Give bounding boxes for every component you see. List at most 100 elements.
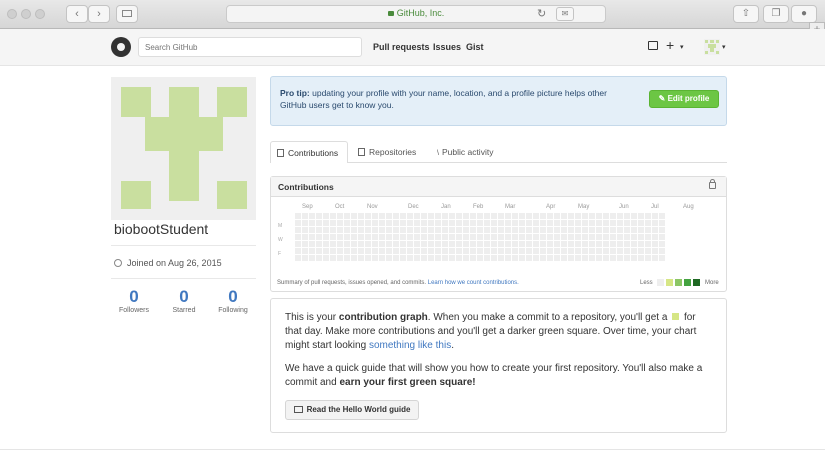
contribution-day[interactable]: [505, 220, 511, 226]
contribution-day[interactable]: [337, 255, 343, 261]
contribution-day[interactable]: [596, 248, 602, 254]
contribution-day[interactable]: [386, 227, 392, 233]
contribution-day[interactable]: [435, 241, 441, 247]
contribution-day[interactable]: [512, 241, 518, 247]
contribution-day[interactable]: [302, 241, 308, 247]
contribution-day[interactable]: [575, 213, 581, 219]
contribution-day[interactable]: [610, 220, 616, 226]
contribution-day[interactable]: [498, 255, 504, 261]
starred-stat[interactable]: 0 Starred: [160, 288, 208, 315]
contribution-day[interactable]: [414, 234, 420, 240]
contribution-day[interactable]: [358, 248, 364, 254]
contribution-day[interactable]: [617, 213, 623, 219]
contribution-day[interactable]: [330, 227, 336, 233]
contribution-day[interactable]: [568, 213, 574, 219]
contribution-day[interactable]: [554, 227, 560, 233]
contribution-day[interactable]: [645, 234, 651, 240]
contribution-day[interactable]: [652, 220, 658, 226]
contribution-day[interactable]: [456, 241, 462, 247]
contribution-day[interactable]: [582, 220, 588, 226]
contribution-day[interactable]: [316, 220, 322, 226]
contribution-day[interactable]: [610, 241, 616, 247]
forward-button[interactable]: ›: [88, 5, 110, 23]
contribution-day[interactable]: [323, 234, 329, 240]
contribution-day[interactable]: [491, 248, 497, 254]
contribution-day[interactable]: [442, 248, 448, 254]
contribution-day[interactable]: [519, 241, 525, 247]
contribution-day[interactable]: [302, 220, 308, 226]
contribution-day[interactable]: [491, 227, 497, 233]
contribution-day[interactable]: [428, 234, 434, 240]
contribution-day[interactable]: [449, 234, 455, 240]
contribution-day[interactable]: [631, 220, 637, 226]
contribution-day[interactable]: [386, 220, 392, 226]
contribution-day[interactable]: [302, 213, 308, 219]
address-bar[interactable]: GitHub, Inc.: [226, 5, 606, 23]
contribution-day[interactable]: [372, 227, 378, 233]
contribution-day[interactable]: [589, 213, 595, 219]
contribution-day[interactable]: [575, 248, 581, 254]
contribution-day[interactable]: [323, 248, 329, 254]
extensions-button[interactable]: ●: [791, 5, 817, 23]
contribution-day[interactable]: [617, 241, 623, 247]
tab-public-activity[interactable]: \ Public activity: [431, 141, 499, 163]
contribution-day[interactable]: [610, 227, 616, 233]
contribution-day[interactable]: [470, 227, 476, 233]
contribution-day[interactable]: [477, 220, 483, 226]
contribution-day[interactable]: [645, 248, 651, 254]
lock-icon[interactable]: [709, 179, 716, 189]
contribution-day[interactable]: [414, 255, 420, 261]
contribution-day[interactable]: [365, 241, 371, 247]
close-window-button[interactable]: [7, 9, 17, 19]
contribution-day[interactable]: [407, 227, 413, 233]
contribution-day[interactable]: [652, 234, 658, 240]
contribution-day[interactable]: [526, 213, 532, 219]
contribution-day[interactable]: [309, 227, 315, 233]
contribution-day[interactable]: [372, 255, 378, 261]
contribution-day[interactable]: [344, 248, 350, 254]
contribution-day[interactable]: [533, 227, 539, 233]
contribution-day[interactable]: [302, 227, 308, 233]
contribution-day[interactable]: [372, 241, 378, 247]
contribution-day[interactable]: [421, 248, 427, 254]
contribution-day[interactable]: [330, 220, 336, 226]
contribution-day[interactable]: [484, 248, 490, 254]
sidebar-toggle-button[interactable]: [116, 5, 138, 23]
contribution-day[interactable]: [393, 241, 399, 247]
profile-avatar[interactable]: [111, 77, 256, 220]
contribution-day[interactable]: [582, 248, 588, 254]
contribution-day[interactable]: [484, 241, 490, 247]
tab-repositories[interactable]: Repositories: [352, 141, 422, 163]
contribution-day[interactable]: [316, 241, 322, 247]
contribution-day[interactable]: [414, 220, 420, 226]
contribution-day[interactable]: [421, 220, 427, 226]
contribution-day[interactable]: [547, 220, 553, 226]
contribution-day[interactable]: [582, 227, 588, 233]
contribution-day[interactable]: [407, 213, 413, 219]
contribution-day[interactable]: [533, 220, 539, 226]
contribution-day[interactable]: [435, 220, 441, 226]
contribution-day[interactable]: [589, 234, 595, 240]
contribution-day[interactable]: [337, 227, 343, 233]
contribution-day[interactable]: [449, 213, 455, 219]
contribution-day[interactable]: [554, 241, 560, 247]
contribution-day[interactable]: [617, 255, 623, 261]
contribution-day[interactable]: [624, 241, 630, 247]
contribution-day[interactable]: [386, 234, 392, 240]
contribution-day[interactable]: [498, 241, 504, 247]
contribution-day[interactable]: [330, 255, 336, 261]
contribution-day[interactable]: [519, 227, 525, 233]
contribution-day[interactable]: [498, 248, 504, 254]
contribution-day[interactable]: [617, 234, 623, 240]
nav-gist[interactable]: Gist: [466, 42, 484, 52]
contribution-day[interactable]: [582, 234, 588, 240]
contribution-day[interactable]: [561, 227, 567, 233]
contribution-day[interactable]: [365, 248, 371, 254]
user-avatar-menu[interactable]: [704, 39, 720, 55]
contribution-day[interactable]: [568, 234, 574, 240]
edit-profile-button[interactable]: ✎ Edit profile: [649, 90, 719, 108]
contribution-day[interactable]: [624, 255, 630, 261]
contribution-day[interactable]: [463, 248, 469, 254]
contribution-day[interactable]: [428, 241, 434, 247]
contribution-day[interactable]: [358, 255, 364, 261]
